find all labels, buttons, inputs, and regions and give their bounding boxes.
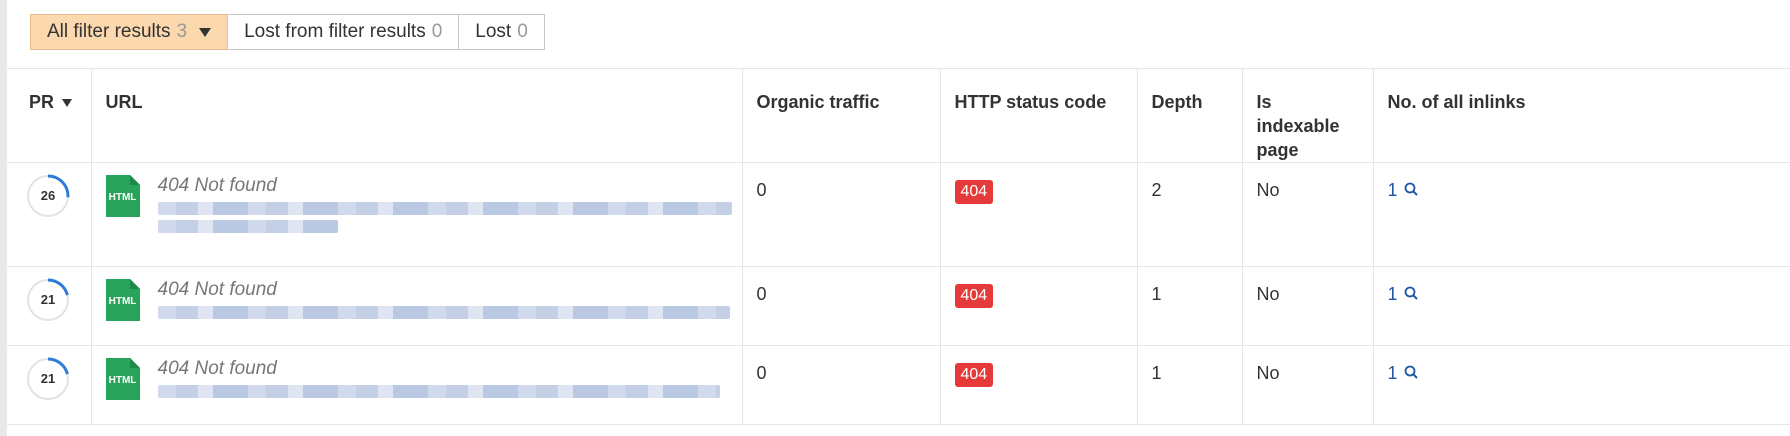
url-title: 404 Not found	[157, 175, 277, 196]
column-header-depth[interactable]: Depth	[1137, 68, 1243, 163]
status-badge: 404	[954, 363, 994, 387]
column-header-indexable[interactable]: Is indexable page	[1242, 68, 1374, 163]
html-file-icon: HTML	[105, 358, 140, 400]
organic-traffic-cell: 0	[742, 345, 941, 425]
tab-lost-from-filter-results[interactable]: Lost from filter results 0	[227, 14, 460, 50]
blurred-url[interactable]	[157, 202, 732, 215]
pr-cell: 21	[7, 266, 92, 346]
tab-label: All filter results	[47, 21, 171, 42]
table-header: PR URL Organic traffic HTTP status code …	[7, 68, 1790, 163]
inlinks-link[interactable]: 1	[1388, 284, 1418, 305]
caret-down-icon[interactable]	[199, 27, 212, 37]
inlinks-cell: 1	[1373, 345, 1790, 425]
status-badge: 404	[954, 180, 994, 204]
tab-label: Lost from filter results	[244, 21, 426, 42]
pr-value: 21	[40, 292, 56, 307]
http-status-cell: 404	[940, 266, 1138, 346]
column-header-organic-traffic[interactable]: Organic traffic	[742, 68, 941, 163]
tab-count: 0	[517, 21, 528, 42]
blurred-url[interactable]	[157, 306, 730, 319]
url-title: 404 Not found	[157, 358, 277, 379]
results-table: PR URL Organic traffic HTTP status code …	[7, 68, 1790, 425]
depth-cell: 1	[1137, 266, 1243, 346]
filter-tabs: All filter results 3 Lost from filter re…	[30, 14, 545, 50]
magnifier-icon	[1404, 363, 1418, 384]
column-header-url[interactable]: URL	[91, 68, 743, 163]
url-cell: HTML 404 Not found	[91, 345, 743, 425]
indexable-cell: No	[1242, 266, 1374, 346]
pr-value: 26	[40, 188, 56, 203]
url-cell: HTML 404 Not found	[91, 266, 743, 346]
column-header-inlinks[interactable]: No. of all inlinks	[1373, 68, 1790, 163]
depth-cell: 1	[1137, 345, 1243, 425]
tab-all-filter-results[interactable]: All filter results 3	[30, 14, 229, 50]
left-edge-bar	[0, 0, 7, 436]
http-status-cell: 404	[940, 162, 1138, 267]
indexable-cell: No	[1242, 162, 1374, 267]
table-row: 26 HTML 404 Not found 0 404 2 No 1	[7, 162, 1790, 267]
magnifier-icon	[1404, 180, 1418, 201]
column-header-http-status[interactable]: HTTP status code	[940, 68, 1138, 163]
pr-cell: 26	[7, 162, 92, 267]
blurred-url[interactable]	[157, 385, 720, 398]
tab-count: 3	[176, 21, 188, 42]
tab-lost[interactable]: Lost 0	[458, 14, 545, 50]
organic-traffic-cell: 0	[742, 162, 941, 267]
pr-cell: 21	[7, 345, 92, 425]
inlinks-cell: 1	[1373, 266, 1790, 346]
http-status-cell: 404	[940, 345, 1138, 425]
tab-label: Lost	[475, 21, 512, 42]
pr-score-ring: 21	[26, 278, 70, 322]
indexable-cell: No	[1242, 345, 1374, 425]
html-file-icon: HTML	[105, 175, 140, 217]
column-header-pr[interactable]: PR	[7, 68, 92, 163]
pr-score-ring: 21	[26, 357, 70, 401]
inlinks-link[interactable]: 1	[1388, 180, 1418, 201]
html-file-icon: HTML	[105, 279, 140, 321]
organic-traffic-cell: 0	[742, 266, 941, 346]
magnifier-icon	[1404, 284, 1418, 305]
url-cell: HTML 404 Not found	[91, 162, 743, 267]
url-title: 404 Not found	[157, 279, 277, 300]
depth-cell: 2	[1137, 162, 1243, 267]
table-row: 21 HTML 404 Not found 0 404 1 No 1	[7, 266, 1790, 346]
inlinks-cell: 1	[1373, 162, 1790, 267]
inlinks-link[interactable]: 1	[1388, 363, 1418, 384]
pr-value: 21	[40, 371, 56, 386]
sort-desc-icon	[62, 99, 73, 108]
status-badge: 404	[954, 284, 994, 308]
tab-count: 0	[431, 21, 443, 42]
table-row: 21 HTML 404 Not found 0 404 1 No 1	[7, 345, 1790, 425]
blurred-url[interactable]	[157, 220, 338, 233]
pr-score-ring: 26	[26, 174, 70, 218]
